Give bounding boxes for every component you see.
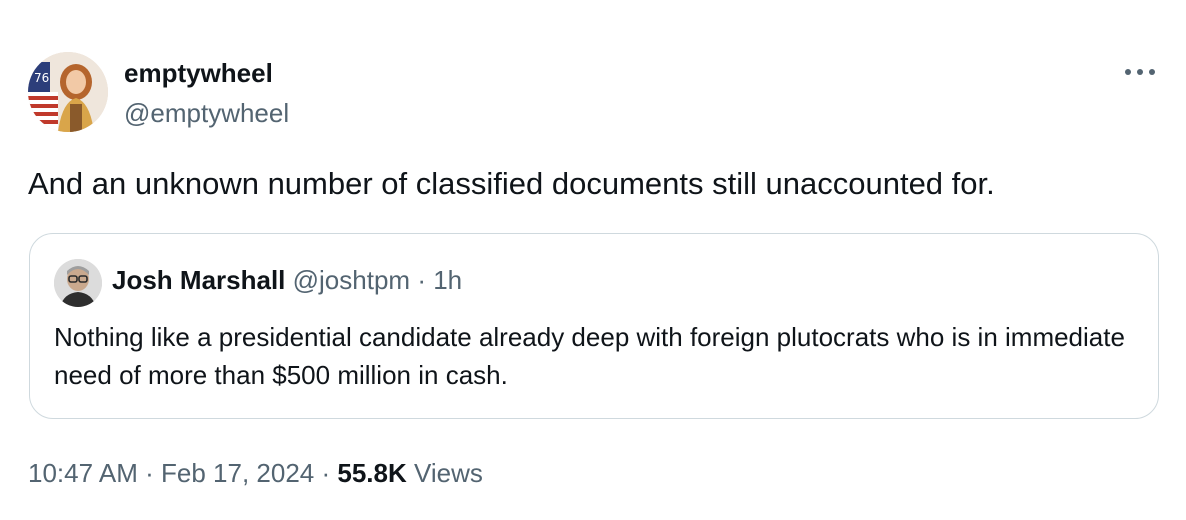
more-options-icon xyxy=(1125,69,1155,75)
quote-header: Josh Marshall @joshtpm · 1h xyxy=(112,264,462,296)
quote-text: Nothing like a presidential candidate al… xyxy=(54,322,1125,390)
svg-text:76: 76 xyxy=(34,71,49,85)
tweet-footer: 10:47 AM · Feb 17, 2024 · 55.8K Views xyxy=(28,456,483,490)
tweet-text: And an unknown number of classified docu… xyxy=(28,166,995,201)
author-name[interactable]: emptywheel xyxy=(124,58,273,88)
views-count: 55.8K xyxy=(337,458,407,488)
views-label: Views xyxy=(414,458,483,488)
quote-time[interactable]: 1h xyxy=(433,265,462,295)
profile-photo-icon: 76 xyxy=(28,52,108,132)
author-handle[interactable]: @emptywheel xyxy=(124,98,289,128)
quote-profile-photo-icon xyxy=(54,259,102,307)
quote-author-name[interactable]: Josh Marshall xyxy=(112,265,285,295)
tweet-time[interactable]: 10:47 AM xyxy=(28,458,138,488)
quoted-tweet[interactable]: Josh Marshall @joshtpm · 1h Nothing like… xyxy=(29,233,1159,419)
footer-separator: · xyxy=(145,458,154,488)
footer-separator: · xyxy=(321,458,331,488)
quote-separator: · xyxy=(417,265,426,295)
quote-author-handle[interactable]: @joshtpm xyxy=(293,265,410,295)
more-options-button[interactable] xyxy=(1118,58,1162,86)
quote-author-avatar xyxy=(54,259,102,307)
tweet: 76 emptywheel @emptywheel And an unknown… xyxy=(0,0,1186,520)
author-avatar[interactable]: 76 xyxy=(28,52,108,132)
tweet-date[interactable]: Feb 17, 2024 xyxy=(161,458,314,488)
